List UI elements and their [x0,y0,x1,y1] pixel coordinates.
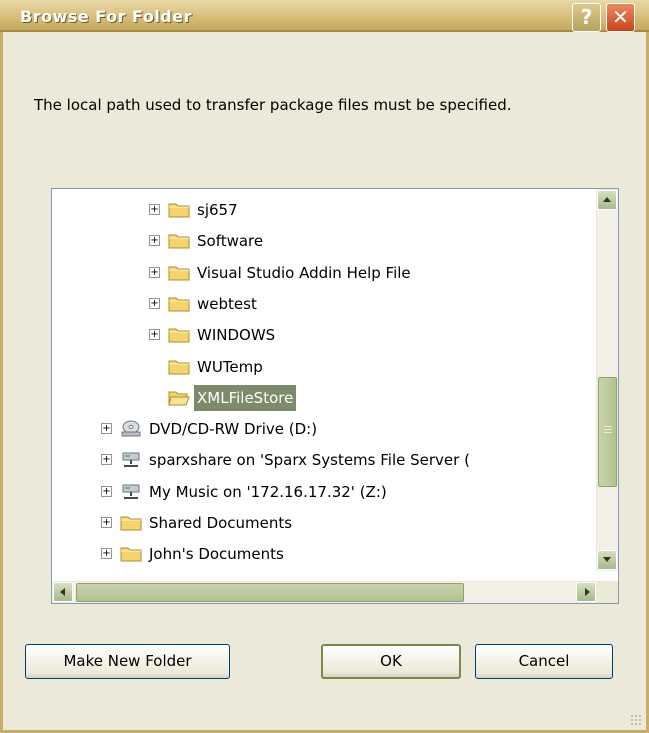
tree-item-label: John's Documents [149,545,284,564]
expand-plus-icon[interactable]: + [149,204,160,215]
close-button[interactable]: ✕ [606,3,635,32]
vertical-scrollbar[interactable] [596,189,618,571]
folder-icon [168,357,190,375]
open-folder-icon [168,388,190,406]
folder-icon [168,294,190,312]
folder-icon [168,200,190,218]
expand-plus-icon[interactable]: + [101,423,112,435]
tree-item[interactable]: + Shared Documents [52,510,592,536]
tree-item-label: webtest [197,294,257,313]
tree-item-label: DVD/CD-RW Drive (D:) [149,420,318,439]
scroll-right-button[interactable] [576,582,596,602]
tree-item-label: My Music on '172.16.17.32' (Z:) [149,482,387,501]
tree-item-label: Software [197,232,264,251]
dvd-drive-icon [120,419,142,437]
folder-icon [168,231,190,249]
dialog-title: Browse For Folder [20,7,192,26]
vertical-scroll-thumb[interactable] [598,377,617,487]
tree-item[interactable]: + sj657 [52,197,592,223]
help-button[interactable]: ? [572,3,601,32]
make-new-folder-button[interactable]: Make New Folder [25,644,230,679]
expand-plus-icon[interactable]: + [101,485,112,497]
scroll-left-button[interactable] [53,582,73,602]
ok-button[interactable]: OK [321,644,461,679]
folder-icon [120,544,142,562]
folder-icon [120,513,142,531]
tree-item[interactable]: + sparxshare on 'Sparx Systems File Serve… [52,447,592,473]
expand-plus-icon[interactable]: + [149,297,160,309]
browse-for-folder-dialog: Browse For Folder ? ✕ The local path use… [0,0,649,733]
network-drive-icon [120,450,142,468]
scroll-corner [596,581,618,603]
tree-item[interactable]: + Software [52,228,592,254]
tree-item[interactable]: WUTemp [52,354,592,380]
tree-item-label: sparxshare on 'Sparx Systems File Server… [149,451,470,470]
tree-item-label: WINDOWS [197,326,276,345]
expand-plus-icon[interactable]: + [101,548,112,560]
tree-item[interactable]: + John's Documents [52,541,592,567]
expand-plus-icon[interactable]: + [101,517,112,528]
tree-item-label: XMLFileStore [194,384,297,411]
network-drive-icon [120,482,142,500]
horizontal-scroll-thumb[interactable] [76,583,464,602]
folder-icon [168,263,190,281]
scroll-up-button[interactable] [597,190,617,210]
expand-plus-icon[interactable]: + [101,454,112,466]
tree-item-label: WUTemp [197,357,263,376]
tree-item[interactable]: + Visual Studio Addin Help File [52,260,592,286]
horizontal-scrollbar[interactable] [52,581,597,603]
tree-item[interactable]: + My Music on '172.16.17.32' (Z:) [52,479,592,505]
tree-item-label: Visual Studio Addin Help File [197,263,411,282]
tree-item[interactable]: + DVD/CD-RW Drive (D:) [52,416,592,442]
tree-item[interactable]: XMLFileStore [52,384,592,411]
title-bar[interactable]: Browse For Folder ? ✕ [0,0,649,32]
tree-item[interactable]: + webtest [52,291,592,317]
instruction-text: The local path used to transfer package … [34,96,512,114]
cancel-button[interactable]: Cancel [475,644,613,679]
expand-plus-icon[interactable]: + [149,235,160,247]
tree-item-label: sj657 [197,201,238,219]
tree-item[interactable]: + WINDOWS [52,322,592,348]
scroll-down-button[interactable] [597,550,617,570]
expand-plus-icon[interactable]: + [149,266,160,278]
tree-item-label: Shared Documents [149,514,293,532]
folder-tree[interactable]: + sj657 + Software + Visual Studio Addin Help… [51,188,619,604]
folder-icon [168,325,190,343]
expand-plus-icon[interactable]: + [149,329,160,341]
resize-grip-icon[interactable] [630,714,642,726]
